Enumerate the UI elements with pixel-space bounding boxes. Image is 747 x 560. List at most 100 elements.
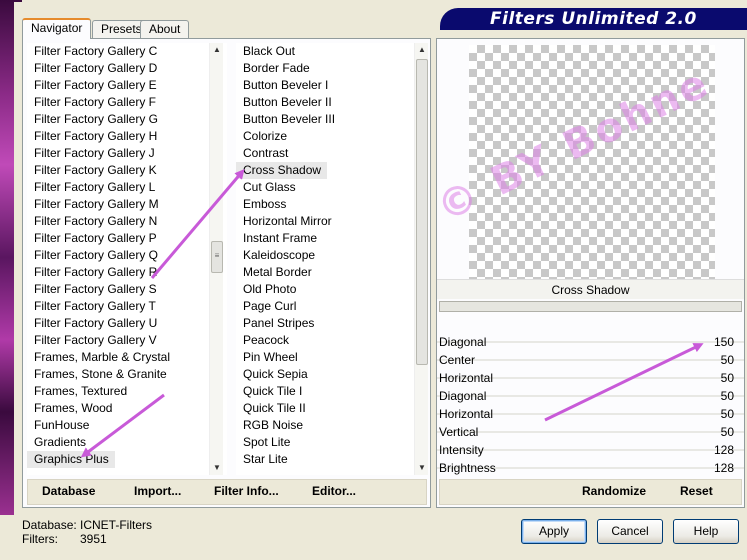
- param-label: Horizontal: [439, 407, 494, 421]
- filter-scrollbar[interactable]: ▲ ▼: [414, 43, 428, 475]
- category-item[interactable]: Filter Factory Gallery D: [27, 60, 227, 77]
- filter-item[interactable]: Emboss: [236, 196, 414, 213]
- category-item[interactable]: Filter Factory Gallery R: [27, 264, 227, 281]
- filter-item[interactable]: Metal Border: [236, 264, 414, 281]
- category-item[interactable]: Filter Factory Gallery E: [27, 77, 227, 94]
- param-row[interactable]: Brightness 128: [437, 459, 744, 477]
- reset-button[interactable]: Reset: [680, 484, 713, 498]
- filter-item[interactable]: Page Curl: [236, 298, 414, 315]
- category-item[interactable]: Filter Factory Gallery Q: [27, 247, 227, 264]
- filter-item[interactable]: Button Beveler II: [236, 94, 414, 111]
- database-button[interactable]: Database: [42, 484, 95, 498]
- filter-item[interactable]: Button Beveler III: [236, 111, 414, 128]
- filter-item[interactable]: Instant Frame: [236, 230, 414, 247]
- param-label: Vertical: [439, 425, 479, 439]
- filters-count-label: Filters:: [22, 532, 58, 546]
- category-item[interactable]: Filter Factory Gallery H: [27, 128, 227, 145]
- category-list[interactable]: Filter Factory Gallery C Filter Factory …: [27, 43, 227, 475]
- filter-item[interactable]: Panel Stripes: [236, 315, 414, 332]
- category-item[interactable]: Filter Factory Gallery N: [27, 213, 227, 230]
- param-value: 50: [720, 407, 734, 421]
- category-item[interactable]: Filter Factory Gallery C: [27, 43, 227, 60]
- parameter-list: Diagonal 150 Center 50 Horizontal 50 Dia…: [437, 333, 744, 477]
- filter-item[interactable]: Cut Glass: [236, 179, 414, 196]
- filter-item[interactable]: RGB Noise: [236, 417, 414, 434]
- filter-item[interactable]: Old Photo: [236, 281, 414, 298]
- category-item[interactable]: Frames, Stone & Granite: [27, 366, 227, 383]
- apply-button[interactable]: Apply: [521, 519, 587, 544]
- param-slider[interactable]: [437, 431, 744, 433]
- category-item[interactable]: Filter Factory Gallery F: [27, 94, 227, 111]
- scroll-up-icon[interactable]: ▲: [415, 43, 429, 57]
- scroll-up-icon[interactable]: ▲: [210, 43, 224, 57]
- filter-item[interactable]: Quick Tile II: [236, 400, 414, 417]
- filter-item[interactable]: Pin Wheel: [236, 349, 414, 366]
- category-item[interactable]: Filter Factory Gallery V: [27, 332, 227, 349]
- scroll-down-icon[interactable]: ▼: [210, 461, 224, 475]
- tab-about[interactable]: About: [140, 20, 190, 39]
- param-row[interactable]: Intensity 128: [437, 441, 744, 459]
- filter-item[interactable]: Spot Lite: [236, 434, 414, 451]
- category-item[interactable]: Filter Factory Gallery M: [27, 196, 227, 213]
- database-info: Database: ICNET-Filters Filters: 3951: [22, 518, 152, 546]
- filter-item[interactable]: Star Lite: [236, 451, 414, 468]
- filter-item[interactable]: Peacock: [236, 332, 414, 349]
- param-row[interactable]: Horizontal 50: [437, 369, 744, 387]
- filter-list[interactable]: Black Out Border Fade Button Beveler I B…: [236, 43, 414, 475]
- param-value: 50: [720, 389, 734, 403]
- editor-button[interactable]: Editor...: [312, 484, 356, 498]
- import-button[interactable]: Import...: [134, 484, 181, 498]
- param-row[interactable]: Vertical 50: [437, 423, 744, 441]
- navigator-panel: Filter Factory Gallery C Filter Factory …: [22, 38, 431, 508]
- filter-item[interactable]: Button Beveler I: [236, 77, 414, 94]
- category-item[interactable]: Filter Factory Gallery S: [27, 281, 227, 298]
- category-item-selected[interactable]: Graphics Plus: [27, 451, 115, 468]
- filter-item[interactable]: Kaleidoscope: [236, 247, 414, 264]
- category-item[interactable]: Frames, Marble & Crystal: [27, 349, 227, 366]
- scroll-thumb[interactable]: ≡: [211, 241, 223, 273]
- filter-item[interactable]: Black Out: [236, 43, 414, 60]
- param-value: 128: [713, 443, 734, 457]
- filter-item[interactable]: Horizontal Mirror: [236, 213, 414, 230]
- param-row[interactable]: Diagonal 150: [437, 333, 744, 351]
- category-item[interactable]: Filter Factory Gallery T: [27, 298, 227, 315]
- category-item[interactable]: FunHouse: [27, 417, 227, 434]
- preview-toolbar: Randomize Reset: [439, 479, 742, 505]
- param-value: 50: [720, 353, 734, 367]
- category-item[interactable]: Gradients: [27, 434, 227, 451]
- preview-progress-bar: [439, 301, 742, 312]
- param-slider[interactable]: [437, 359, 744, 361]
- database-label: Database:: [22, 518, 77, 532]
- category-item[interactable]: Filter Factory Gallery K: [27, 162, 227, 179]
- category-item[interactable]: Filter Factory Gallery U: [27, 315, 227, 332]
- param-row[interactable]: Horizontal 50: [437, 405, 744, 423]
- randomize-button[interactable]: Randomize: [582, 484, 646, 498]
- param-row[interactable]: Diagonal 50: [437, 387, 744, 405]
- param-value: 150: [713, 335, 734, 349]
- category-item[interactable]: Frames, Textured: [27, 383, 227, 400]
- category-item[interactable]: Filter Factory Gallery J: [27, 145, 227, 162]
- preview-filter-name: Cross Shadow: [437, 279, 744, 299]
- help-button[interactable]: Help: [673, 519, 739, 544]
- param-label: Brightness: [439, 461, 496, 475]
- tab-navigator[interactable]: Navigator: [22, 18, 92, 39]
- scroll-thumb[interactable]: [416, 59, 428, 365]
- filter-item[interactable]: Quick Tile I: [236, 383, 414, 400]
- category-item[interactable]: Frames, Wood: [27, 400, 227, 417]
- filter-item[interactable]: Quick Sepia: [236, 366, 414, 383]
- cancel-button[interactable]: Cancel: [597, 519, 663, 544]
- category-scrollbar[interactable]: ▲ ≡ ▼: [209, 43, 223, 475]
- filter-item[interactable]: Contrast: [236, 145, 414, 162]
- category-item[interactable]: Filter Factory Gallery P: [27, 230, 227, 247]
- param-label: Intensity: [439, 443, 484, 457]
- category-item[interactable]: Filter Factory Gallery L: [27, 179, 227, 196]
- category-item[interactable]: Filter Factory Gallery G: [27, 111, 227, 128]
- filter-item[interactable]: Colorize: [236, 128, 414, 145]
- param-label: Diagonal: [439, 389, 487, 403]
- filter-item[interactable]: Border Fade: [236, 60, 414, 77]
- filter-item-selected[interactable]: Cross Shadow: [236, 162, 328, 179]
- filter-info-button[interactable]: Filter Info...: [214, 484, 279, 498]
- database-value: ICNET-Filters: [80, 518, 152, 532]
- param-row[interactable]: Center 50: [437, 351, 744, 369]
- scroll-down-icon[interactable]: ▼: [415, 461, 429, 475]
